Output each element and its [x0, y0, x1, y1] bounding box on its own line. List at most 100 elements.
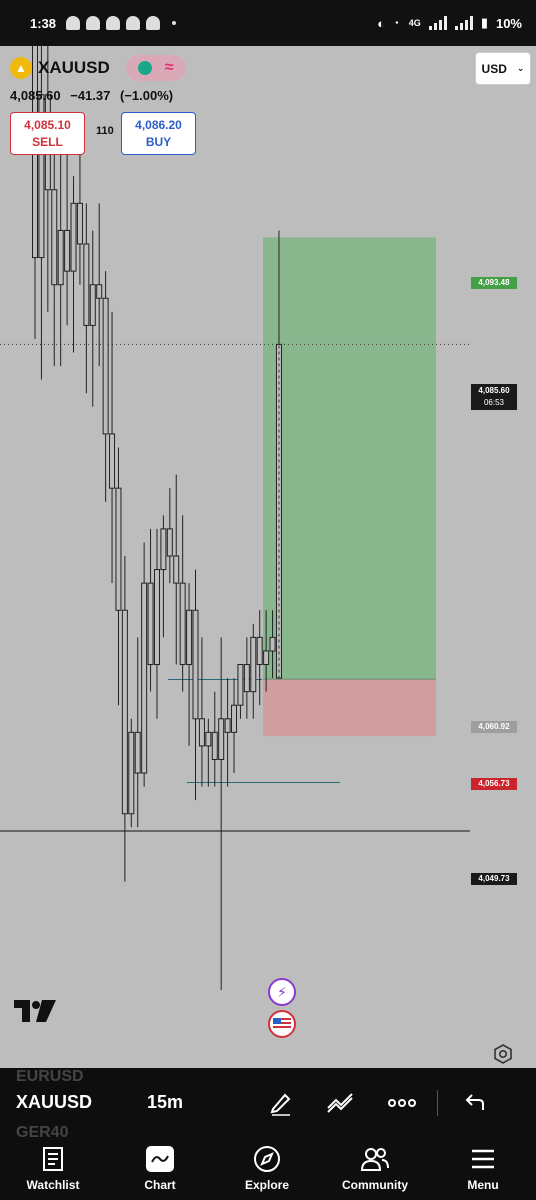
pencil-icon	[270, 1093, 291, 1116]
more-options-button[interactable]	[387, 1088, 417, 1118]
snapchat-icon	[86, 16, 101, 30]
buy-label: BUY	[145, 135, 172, 149]
candle-body	[51, 189, 58, 286]
status-bar: 1:38 ◐ ᛫ 4G ▮ 10%	[0, 0, 536, 46]
nav-watchlist[interactable]: Watchlist	[8, 1144, 98, 1192]
battery-icon: ▮	[480, 15, 488, 30]
candle-body	[147, 582, 154, 666]
candle-body	[256, 636, 263, 666]
stop-price-label: 4,056.73	[471, 778, 517, 790]
tradingview-logo-icon	[14, 1000, 56, 1022]
settings-icon[interactable]	[493, 1044, 513, 1064]
candle-body	[153, 569, 160, 666]
buy-button[interactable]: 4,086.20 BUY	[121, 112, 196, 155]
candle-body	[205, 731, 212, 747]
candle-body	[102, 297, 109, 435]
nav-explore[interactable]: Explore	[222, 1144, 312, 1192]
spread-value: 110	[96, 125, 114, 137]
price-change: −41.37	[70, 88, 111, 103]
candle-body	[269, 636, 276, 652]
network-type: 4G	[408, 18, 421, 28]
snapchat-icon	[146, 16, 161, 30]
chart-icon	[146, 1146, 174, 1172]
nav-chart[interactable]: Chart	[115, 1144, 205, 1192]
candle-body	[218, 718, 225, 760]
candle-body	[76, 202, 83, 245]
current-price-label: 4,085.60 06:53	[471, 384, 517, 410]
us-flag-event-icon[interactable]	[268, 1010, 296, 1038]
candle-body	[109, 433, 116, 489]
nav-chart-label: Chart	[144, 1178, 176, 1192]
candle-body	[160, 528, 167, 571]
sell-price: 4,085.10	[24, 118, 71, 132]
candle-body	[243, 664, 250, 693]
compass-icon	[254, 1146, 280, 1172]
sell-label: SELL	[32, 135, 63, 149]
candle-body	[211, 731, 218, 760]
symbol-name[interactable]: XAUUSD	[38, 58, 110, 78]
quote-line: 4,085.60 −41.37 (−1.00%)	[10, 88, 179, 103]
price-chart[interactable]	[0, 46, 536, 1068]
prev-symbol[interactable]: EURUSD	[16, 1068, 84, 1086]
target-price-label: 4,093.48	[471, 277, 517, 289]
lightning-event-icon[interactable]: ⚡	[268, 978, 296, 1006]
market-open-icon	[138, 61, 153, 75]
status-right: ◐ ᛫ 4G ▮ 10%	[377, 15, 522, 31]
candle-body	[128, 731, 135, 815]
live-data-icon: ≈	[164, 59, 174, 76]
nav-watchlist-label: Watchlist	[26, 1178, 80, 1192]
candle-body	[141, 582, 148, 774]
candle-body	[250, 636, 257, 693]
more-notifications-icon	[172, 21, 177, 25]
symbol-header[interactable]: ▲ XAUUSD ≈	[10, 55, 186, 81]
draw-tool-button[interactable]	[266, 1088, 296, 1118]
snapchat-icon	[126, 16, 141, 30]
signal-icon	[428, 16, 447, 30]
nav-community[interactable]: Community	[330, 1144, 420, 1192]
bar-countdown: 06:53	[483, 398, 505, 407]
snapchat-icon	[66, 16, 81, 30]
nav-menu[interactable]: Menu	[438, 1144, 528, 1192]
candle-body	[224, 718, 231, 733]
candle-body	[173, 555, 180, 584]
chart-area[interactable]	[0, 46, 536, 1068]
candle-body	[231, 704, 238, 733]
sell-button[interactable]: 4,085.10 SELL	[10, 112, 85, 155]
battery-level: 10%	[495, 15, 522, 31]
buy-price: 4,086.20	[135, 118, 182, 132]
nav-menu-label: Menu	[467, 1178, 499, 1192]
community-icon	[360, 1148, 389, 1171]
nav-explore-label: Explore	[244, 1178, 289, 1192]
candle-body	[166, 528, 173, 557]
candle-body	[57, 229, 64, 286]
watchlist-icon	[43, 1147, 63, 1171]
candle-body	[237, 664, 244, 706]
currency-value: USD	[481, 61, 507, 76]
menu-icon	[472, 1149, 494, 1169]
undo-icon	[465, 1094, 484, 1110]
candle-body	[121, 609, 128, 815]
current-price-value: 4,085.60	[478, 386, 510, 395]
indicators-icon	[327, 1093, 353, 1113]
indicators-button[interactable]	[326, 1088, 356, 1118]
candle-body	[83, 243, 90, 326]
status-time: 1:38	[30, 15, 57, 31]
undo-button[interactable]	[460, 1088, 490, 1118]
data-saver-icon: ◐	[377, 15, 385, 31]
candle-body	[96, 284, 103, 299]
currency-select[interactable]: USD ⌄	[475, 52, 531, 85]
symbol-selector[interactable]: XAUUSD	[16, 1092, 92, 1113]
bottom-navigation: Watchlist Chart Explore Community Menu	[0, 1140, 536, 1200]
more-dots-icon	[388, 1099, 416, 1107]
last-price: 4,085.60	[10, 88, 61, 103]
gold-logo-icon: ▲	[10, 57, 32, 79]
signal-icon-2	[454, 16, 473, 30]
interval-selector[interactable]: 15m	[147, 1092, 183, 1113]
candle-body	[70, 202, 77, 272]
market-status-pill[interactable]: ≈	[125, 55, 186, 81]
candle-body	[115, 487, 122, 611]
candle-body	[198, 718, 205, 747]
candle-body	[64, 229, 71, 272]
toolbar-divider	[437, 1090, 438, 1116]
candle-body	[179, 582, 186, 666]
